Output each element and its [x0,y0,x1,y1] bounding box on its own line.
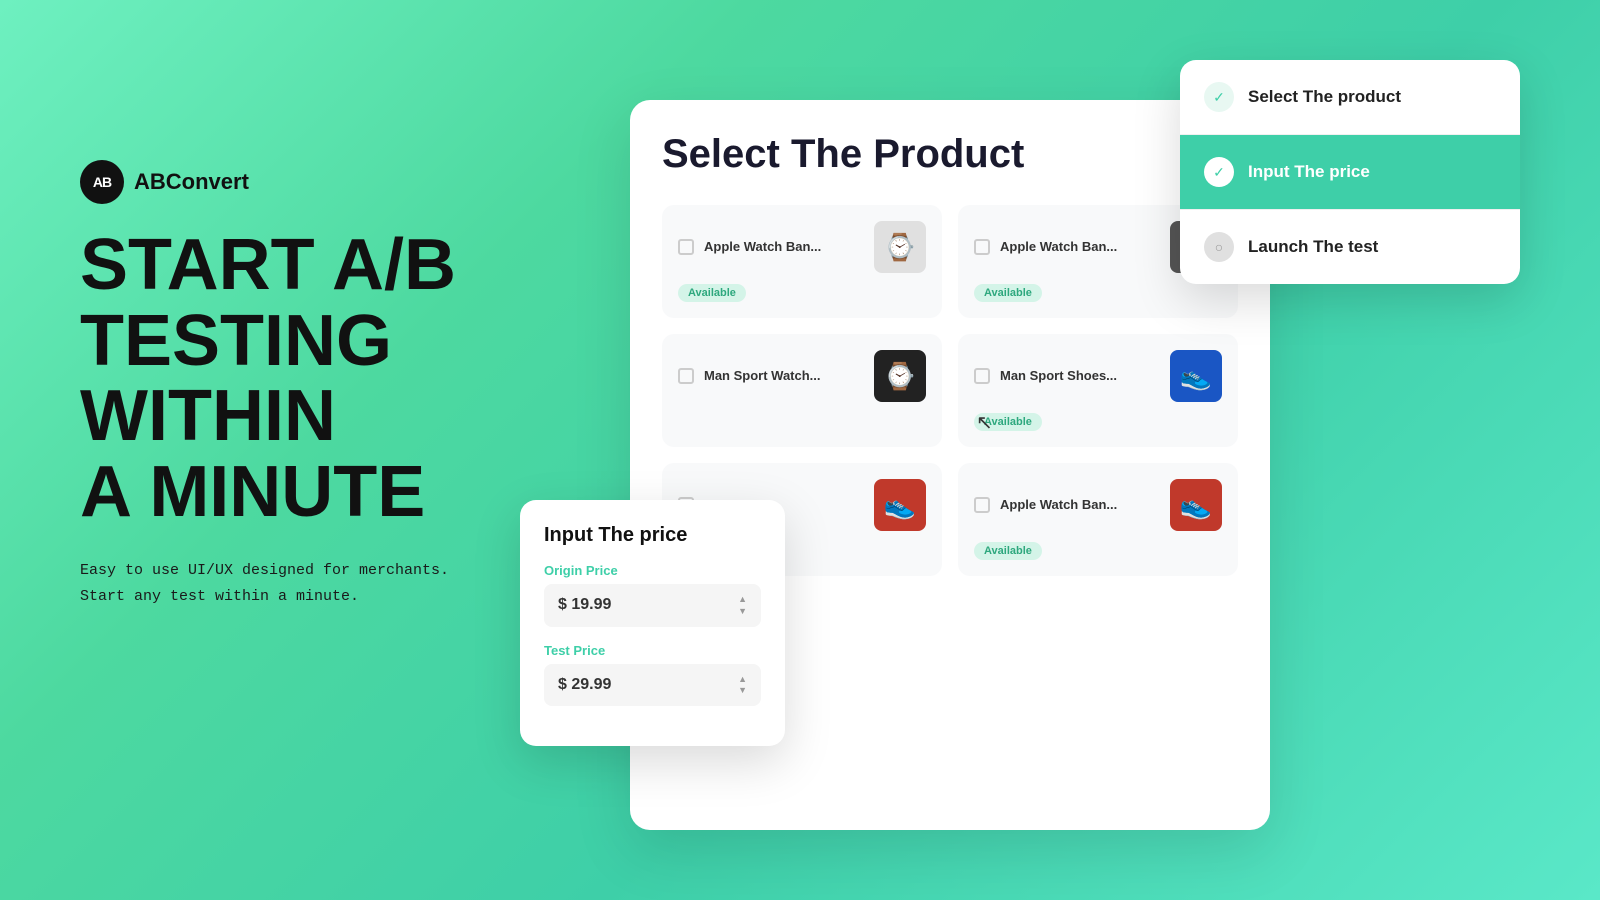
step-item-3: ○ Launch The test [1180,210,1520,284]
product-checkbox-1[interactable] [678,239,694,255]
card-title: Select The Product [662,132,1238,177]
headline-line3: WITHIN [80,379,560,455]
test-price-stepper[interactable]: ▲ ▼ [738,674,747,697]
logo-area: AB ABConvert [80,160,560,204]
product-checkbox-2[interactable] [974,239,990,255]
origin-price-input[interactable]: $ 19.99 ▲ ▼ [544,584,761,627]
product-item-3[interactable]: Man Sport Watch... ⌚ [662,334,942,447]
steps-panel: ✓ Select The product ✓ Input The price ○… [1180,60,1520,284]
product-img-1: ⌚ [874,221,926,273]
product-name-2: Apple Watch Ban... [1000,239,1160,256]
origin-price-value: $ 19.99 [558,596,611,614]
origin-price-stepper[interactable]: ▲ ▼ [738,594,747,617]
product-item-1[interactable]: Apple Watch Ban... ⌚ Available [662,205,942,318]
product-img-6: 👟 [1170,479,1222,531]
test-price-input[interactable]: $ 29.99 ▲ ▼ [544,664,761,707]
product-item-6[interactable]: Apple Watch Ban... 👟 Available [958,463,1238,576]
step-label-1: Select The product [1248,87,1401,107]
headline-line2: TESTING [80,304,560,380]
product-badge-1: Available [678,284,746,302]
step-icon-2: ✓ [1204,157,1234,187]
product-name-3: Man Sport Watch... [704,368,864,385]
step-icon-1: ✓ [1204,82,1234,112]
product-img-3: ⌚ [874,350,926,402]
price-input-card: Input The price Origin Price $ 19.99 ▲ ▼… [520,500,785,746]
subtext: Easy to use UI/UX designed for merchants… [80,558,460,609]
step-item-2: ✓ Input The price [1180,135,1520,210]
step-item-1: ✓ Select The product [1180,60,1520,135]
step-icon-3: ○ [1204,232,1234,262]
product-item-4[interactable]: Man Sport Shoes... 👟 Available ↖ [958,334,1238,447]
product-badge-6: Available [974,542,1042,560]
logo-icon: AB [80,160,124,204]
headline-line4: A MINUTE [80,455,560,531]
product-badge-2: Available [974,284,1042,302]
stepper-up[interactable]: ▲ [738,594,747,605]
logo-letters: AB [93,174,111,190]
test-price-value: $ 29.99 [558,676,611,694]
headline-line1: START A/B [80,228,560,304]
product-checkbox-3[interactable] [678,368,694,384]
headline: START A/B TESTING WITHIN A MINUTE [80,228,560,530]
step-label-3: Launch The test [1248,237,1378,257]
test-stepper-down[interactable]: ▼ [738,685,747,696]
product-checkbox-6[interactable] [974,497,990,513]
stepper-down[interactable]: ▼ [738,606,747,617]
step-label-2: Input The price [1248,162,1370,182]
origin-price-label: Origin Price [544,563,761,578]
product-img-5: 👟 [874,479,926,531]
product-img-4: 👟 [1170,350,1222,402]
product-name-1: Apple Watch Ban... [704,239,864,256]
test-price-label: Test Price [544,643,761,658]
product-name-6: Apple Watch Ban... [1000,497,1160,514]
brand-name: ABConvert [134,169,249,195]
left-panel: AB ABConvert START A/B TESTING WITHIN A … [80,160,560,609]
cursor-icon: ↖ [976,410,993,435]
test-stepper-up[interactable]: ▲ [738,674,747,685]
price-card-title: Input The price [544,524,761,547]
product-checkbox-4[interactable] [974,368,990,384]
product-name-4: Man Sport Shoes... [1000,368,1160,385]
